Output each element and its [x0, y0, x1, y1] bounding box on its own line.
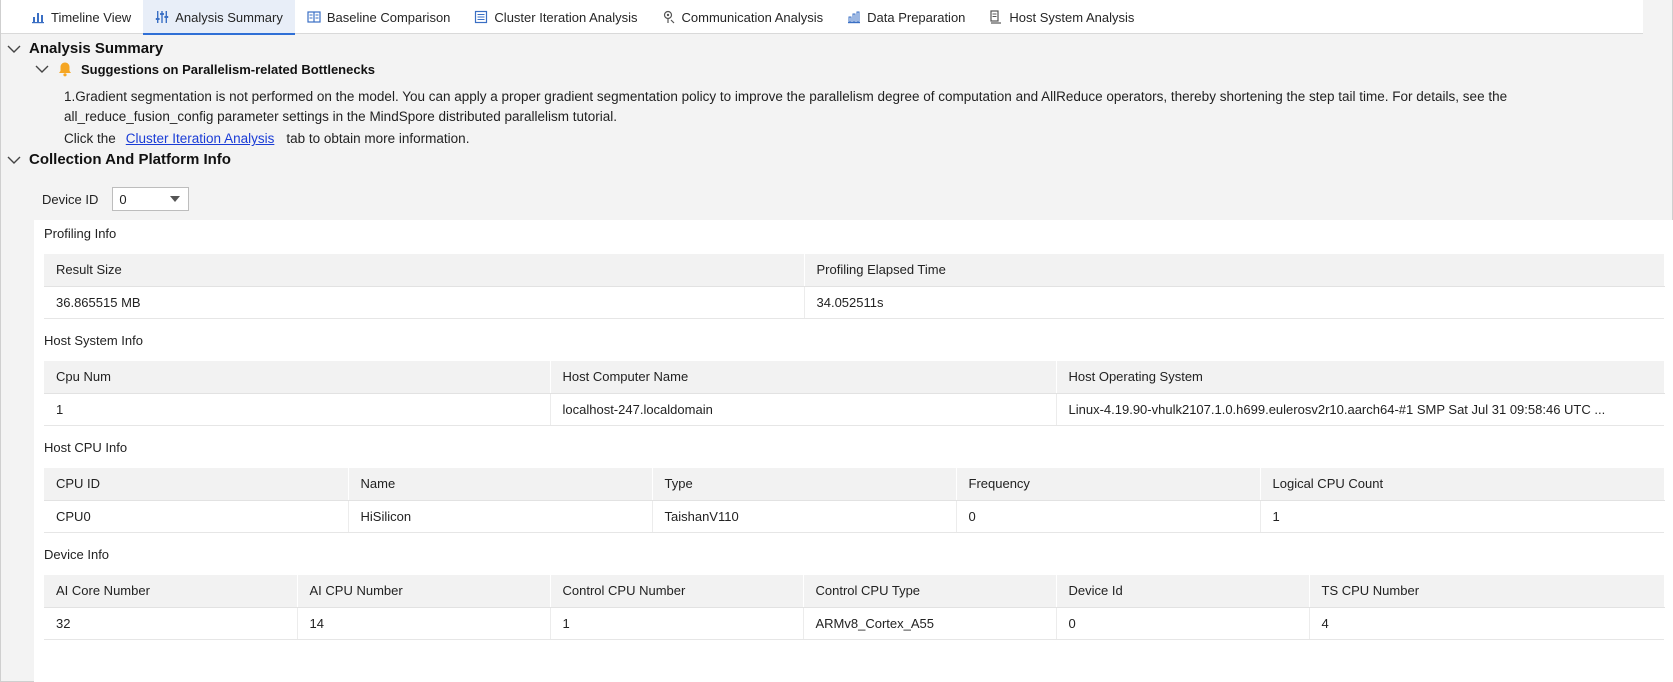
click-suffix: tab to obtain more information.: [286, 131, 470, 146]
tab-timeline-view[interactable]: Timeline View: [19, 0, 143, 34]
profiling-info-title: Profiling Info: [44, 226, 117, 241]
host-cpu-info-table: CPU ID Name Type Frequency Logical CPU C…: [44, 468, 1665, 533]
table-row: 36.865515 MB 34.052511s: [44, 286, 1664, 319]
column-header: Frequency: [956, 468, 1261, 501]
table-cell: HiSilicon: [347, 500, 652, 533]
table-cell: TaishanV110: [651, 500, 956, 533]
tab-cluster-iteration-analysis[interactable]: Cluster Iteration Analysis: [462, 0, 649, 34]
bell-icon: [57, 61, 73, 77]
column-header: TS CPU Number: [1309, 575, 1665, 608]
table-row: 32 14 1 ARMv8_Cortex_A55 0 4: [44, 607, 1664, 640]
more-info-line: Click the Cluster Iteration Analysis tab…: [64, 131, 469, 146]
sliders-icon: [155, 10, 169, 24]
compare-icon: [307, 10, 321, 24]
analysis-summary-header[interactable]: Analysis Summary: [7, 40, 163, 57]
column-header: Name: [348, 468, 653, 501]
tab-label: Data Preparation: [867, 9, 966, 25]
signal-icon: [662, 10, 676, 24]
column-header: CPU ID: [44, 468, 349, 501]
tab-data-preparation[interactable]: Data Preparation: [835, 0, 977, 34]
chevron-down-icon[interactable]: [7, 42, 21, 56]
host-cpu-info-title: Host CPU Info: [44, 440, 128, 455]
table-header-row: CPU ID Name Type Frequency Logical CPU C…: [44, 468, 1665, 501]
table-cell: 0: [1055, 607, 1309, 640]
table-header-row: Cpu Num Host Computer Name Host Operatin…: [44, 361, 1665, 394]
table-cell: Linux-4.19.90-vhulk2107.1.0.h699.euleros…: [1055, 393, 1664, 426]
column-header: Cpu Num: [44, 361, 551, 394]
tab-label: Baseline Comparison: [326, 9, 451, 25]
cluster-icon: [474, 10, 488, 24]
tab-host-system-analysis[interactable]: Host System Analysis: [977, 0, 1146, 34]
table-cell: localhost-247.localdomain: [549, 393, 1056, 426]
table-cell: ARMv8_Cortex_A55: [802, 607, 1056, 640]
table-cell: 1: [549, 607, 803, 640]
profiling-info-table: Result Size Profiling Elapsed Time 36.86…: [44, 254, 1665, 319]
chevron-down-icon[interactable]: [35, 62, 49, 76]
tab-label: Host System Analysis: [1009, 9, 1135, 25]
column-header: Host Operating System: [1056, 361, 1665, 394]
column-header: Result Size: [44, 254, 805, 287]
table-cell: 14: [296, 607, 550, 640]
table-cell: 1: [1259, 500, 1664, 533]
table-cell: 36.865515 MB: [44, 286, 804, 319]
tab-label: Timeline View: [51, 9, 132, 25]
tab-analysis-summary[interactable]: Analysis Summary: [143, 0, 295, 35]
column-header: Type: [652, 468, 957, 501]
device-id-select[interactable]: 0: [112, 187, 190, 211]
device-id-label: Device ID: [42, 191, 99, 207]
device-info-table: AI Core Number AI CPU Number Control CPU…: [44, 575, 1665, 640]
tab-label: Analysis Summary: [175, 9, 283, 25]
table-cell: CPU0: [44, 500, 348, 533]
suggestion-title: Suggestions on Parallelism-related Bottl…: [81, 61, 376, 77]
column-header: Host Computer Name: [550, 361, 1057, 394]
bar-chart-icon: [31, 10, 45, 24]
device-id-row: Device ID 0: [42, 187, 190, 211]
device-id-value: 0: [119, 191, 127, 207]
tab-baseline-comparison[interactable]: Baseline Comparison: [295, 0, 463, 34]
host-system-info-title: Host System Info: [44, 333, 143, 348]
window-frame: Timeline View Analysis Summary Baseline …: [0, 0, 1673, 682]
table-cell: 4: [1308, 607, 1664, 640]
tab-label: Communication Analysis: [681, 9, 824, 25]
column-header: Profiling Elapsed Time: [804, 254, 1665, 287]
column-header: Logical CPU Count: [1260, 468, 1665, 501]
column-header: AI CPU Number: [297, 575, 551, 608]
table-row: 1 localhost-247.localdomain Linux-4.19.9…: [44, 393, 1664, 426]
table-header-row: AI Core Number AI CPU Number Control CPU…: [44, 575, 1665, 608]
suggestion-text: 1.Gradient segmentation is not performed…: [64, 89, 1508, 124]
column-header: Control CPU Type: [803, 575, 1057, 608]
device-info-title: Device Info: [44, 547, 110, 562]
table-cell: 34.052511s: [803, 286, 1664, 319]
column-header: Device Id: [1056, 575, 1310, 608]
collection-platform-header[interactable]: Collection And Platform Info: [7, 151, 231, 168]
column-header: AI Core Number: [44, 575, 298, 608]
chevron-down-icon[interactable]: [170, 196, 181, 202]
chevron-down-icon[interactable]: [7, 153, 21, 167]
host-system-info-table: Cpu Num Host Computer Name Host Operatin…: [44, 361, 1665, 426]
tab-communication-analysis[interactable]: Communication Analysis: [650, 0, 836, 34]
table-row: CPU0 HiSilicon TaishanV110 0 1: [44, 500, 1664, 533]
host-icon: [989, 10, 1003, 24]
table-header-row: Result Size Profiling Elapsed Time: [44, 254, 1665, 287]
data-icon: [847, 10, 861, 24]
table-cell: 1: [44, 393, 550, 426]
section-title: Collection And Platform Info: [29, 151, 231, 168]
platform-info-panel: Profiling Info Result Size Profiling Ela…: [34, 220, 1673, 682]
suggestion-header[interactable]: Suggestions on Parallelism-related Bottl…: [35, 61, 375, 77]
tab-bar: Timeline View Analysis Summary Baseline …: [1, 0, 1643, 35]
table-cell: 0: [955, 500, 1260, 533]
table-cell: 32: [44, 607, 297, 640]
cluster-iteration-analysis-link[interactable]: Cluster Iteration Analysis: [126, 131, 275, 146]
section-title: Analysis Summary: [29, 40, 164, 57]
tab-label: Cluster Iteration Analysis: [494, 9, 638, 25]
click-prefix: Click the: [64, 131, 116, 146]
column-header: Control CPU Number: [550, 575, 804, 608]
